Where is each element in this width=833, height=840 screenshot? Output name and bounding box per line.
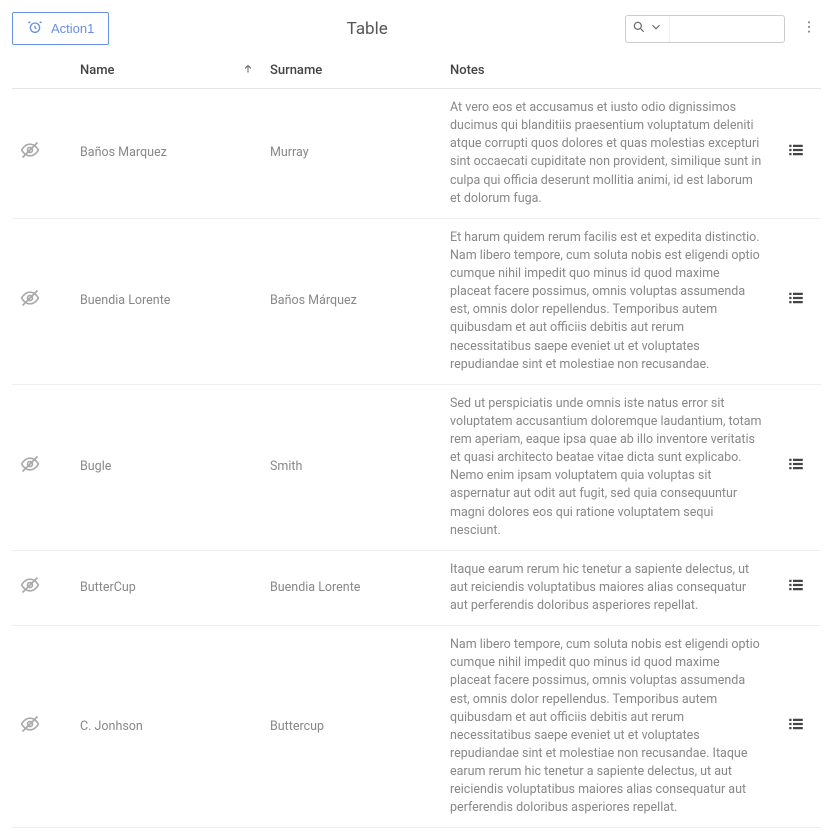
alarm-icon (27, 19, 43, 38)
table-row: C. JonhsonButtercupNam libero tempore, c… (12, 626, 821, 828)
action1-label: Action1 (51, 21, 94, 36)
eye-off-icon (20, 463, 40, 478)
col-surname[interactable]: Surname (262, 53, 442, 89)
table-row: BugleSmithSed ut perspiciatis unde omnis… (12, 384, 821, 550)
eye-off-icon (20, 149, 40, 164)
list-icon (787, 722, 805, 737)
action1-button[interactable]: Action1 (12, 12, 109, 45)
cell-name: ButterCup (72, 550, 262, 625)
table-row: ButterCupBuendia LorenteItaque earum rer… (12, 550, 821, 625)
search-group[interactable] (625, 15, 785, 43)
cell-name: C. Jonhson (72, 626, 262, 828)
search-input[interactable] (670, 21, 784, 36)
visibility-toggle[interactable] (12, 384, 72, 550)
cell-name: Baños Marquez (72, 89, 262, 219)
row-menu-button[interactable] (771, 550, 821, 625)
list-icon (787, 583, 805, 598)
more-menu-button[interactable] (797, 17, 821, 41)
cell-notes: Nam libero tempore, cum soluta nobis est… (442, 626, 771, 828)
visibility-toggle[interactable] (12, 89, 72, 219)
cell-surname: Murray (262, 89, 442, 219)
row-menu-button[interactable] (771, 626, 821, 828)
col-name-label: Name (80, 63, 115, 78)
table-header-row: Name Surname Notes (12, 53, 821, 89)
eye-off-icon (20, 584, 40, 599)
col-notes[interactable]: Notes (442, 53, 771, 89)
toolbar: Action1 Table (12, 12, 821, 45)
data-table: Name Surname Notes Baños MarquezMurrayAt… (12, 53, 821, 828)
visibility-toggle[interactable] (12, 626, 72, 828)
cell-name: Buendia Lorente (72, 218, 262, 384)
search-icon (632, 20, 646, 38)
col-name[interactable]: Name (72, 53, 262, 89)
cell-notes: At vero eos et accusamus et iusto odio d… (442, 89, 771, 219)
cell-notes: Itaque earum rerum hic tenetur a sapient… (442, 550, 771, 625)
list-icon (787, 296, 805, 311)
table-row: Baños MarquezMurrayAt vero eos et accusa… (12, 89, 821, 219)
list-icon (787, 462, 805, 477)
page-title: Table (121, 19, 613, 39)
cell-surname: Buendia Lorente (262, 550, 442, 625)
visibility-toggle[interactable] (12, 218, 72, 384)
table-row: Buendia LorenteBaños MárquezEt harum qui… (12, 218, 821, 384)
visibility-toggle[interactable] (12, 550, 72, 625)
eye-off-icon (20, 723, 40, 738)
col-actions (771, 53, 821, 89)
col-blank (12, 53, 72, 89)
row-menu-button[interactable] (771, 218, 821, 384)
cell-surname: Smith (262, 384, 442, 550)
row-menu-button[interactable] (771, 384, 821, 550)
search-dropdown[interactable] (626, 16, 670, 42)
row-menu-button[interactable] (771, 89, 821, 219)
cell-notes: Et harum quidem rerum facilis est et exp… (442, 218, 771, 384)
sort-asc-icon (242, 63, 254, 79)
cell-surname: Buttercup (262, 626, 442, 828)
cell-surname: Baños Márquez (262, 218, 442, 384)
chevron-down-icon (649, 20, 663, 38)
dots-vertical-icon (801, 19, 817, 39)
cell-notes: Sed ut perspiciatis unde omnis iste natu… (442, 384, 771, 550)
eye-off-icon (20, 297, 40, 312)
list-icon (787, 148, 805, 163)
cell-name: Bugle (72, 384, 262, 550)
